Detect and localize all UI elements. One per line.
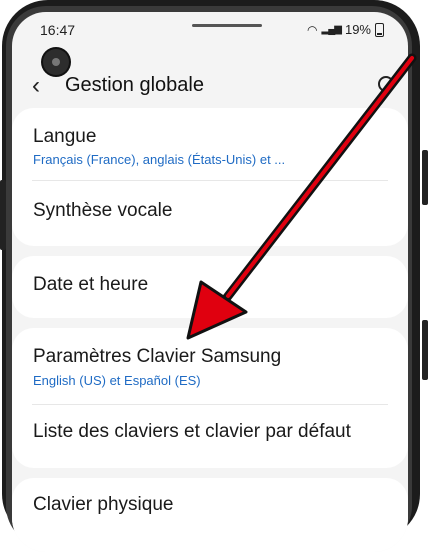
list-item-date-heure[interactable]: Date et heure bbox=[12, 256, 408, 318]
item-title: Synthèse vocale bbox=[33, 200, 173, 221]
language-card: Langue Français (France), anglais (États… bbox=[12, 108, 408, 246]
list-item-synthese-vocale[interactable]: Synthèse vocale bbox=[12, 181, 408, 246]
side-button-right-top bbox=[422, 150, 428, 205]
app-bar: ‹ Gestion globale bbox=[12, 64, 408, 108]
datetime-card: Date et heure bbox=[12, 256, 408, 318]
item-subtitle: Français (France), anglais (États-Unis) … bbox=[33, 152, 286, 167]
list-item-liste-claviers[interactable]: Liste des claviers et clavier par défaut bbox=[12, 405, 408, 468]
list-item-parametres-clavier[interactable]: Paramètres Clavier Samsung English (US) … bbox=[12, 328, 408, 404]
keyboard-card: Paramètres Clavier Samsung English (US) … bbox=[12, 328, 408, 468]
side-button-left bbox=[0, 180, 6, 250]
wifi-icon: ◠ bbox=[307, 22, 318, 37]
item-subtitle: English (US) et Español (ES) bbox=[33, 373, 201, 388]
back-arrow-icon[interactable]: ‹ bbox=[32, 72, 40, 100]
side-button-right-bottom bbox=[422, 320, 428, 380]
item-title: Paramètres Clavier Samsung bbox=[33, 346, 282, 367]
screen: 16:47 ◠ ▂▄▆ 19% ‹ Gestion globale Langue… bbox=[12, 12, 408, 552]
list-item-clavier-physique[interactable]: Clavier physique bbox=[12, 478, 408, 552]
item-title: Liste des claviers et clavier par défaut bbox=[33, 421, 351, 442]
physical-keyboard-card: Clavier physique bbox=[12, 478, 408, 552]
search-icon[interactable] bbox=[378, 76, 394, 92]
item-title: Date et heure bbox=[33, 274, 149, 295]
status-icons: ◠ ▂▄▆ 19% bbox=[307, 22, 384, 37]
list-item-langue[interactable]: Langue Français (France), anglais (États… bbox=[12, 108, 408, 180]
battery-icon bbox=[375, 22, 384, 37]
page-title: Gestion globale bbox=[65, 74, 204, 96]
status-time: 16:47 bbox=[40, 22, 76, 38]
item-title: Clavier physique bbox=[33, 494, 174, 515]
item-title: Langue bbox=[33, 126, 97, 147]
status-bar: 16:47 ◠ ▂▄▆ 19% bbox=[12, 12, 408, 46]
signal-icon: ▂▄▆ bbox=[321, 24, 342, 35]
battery-percent: 19% bbox=[344, 22, 371, 37]
